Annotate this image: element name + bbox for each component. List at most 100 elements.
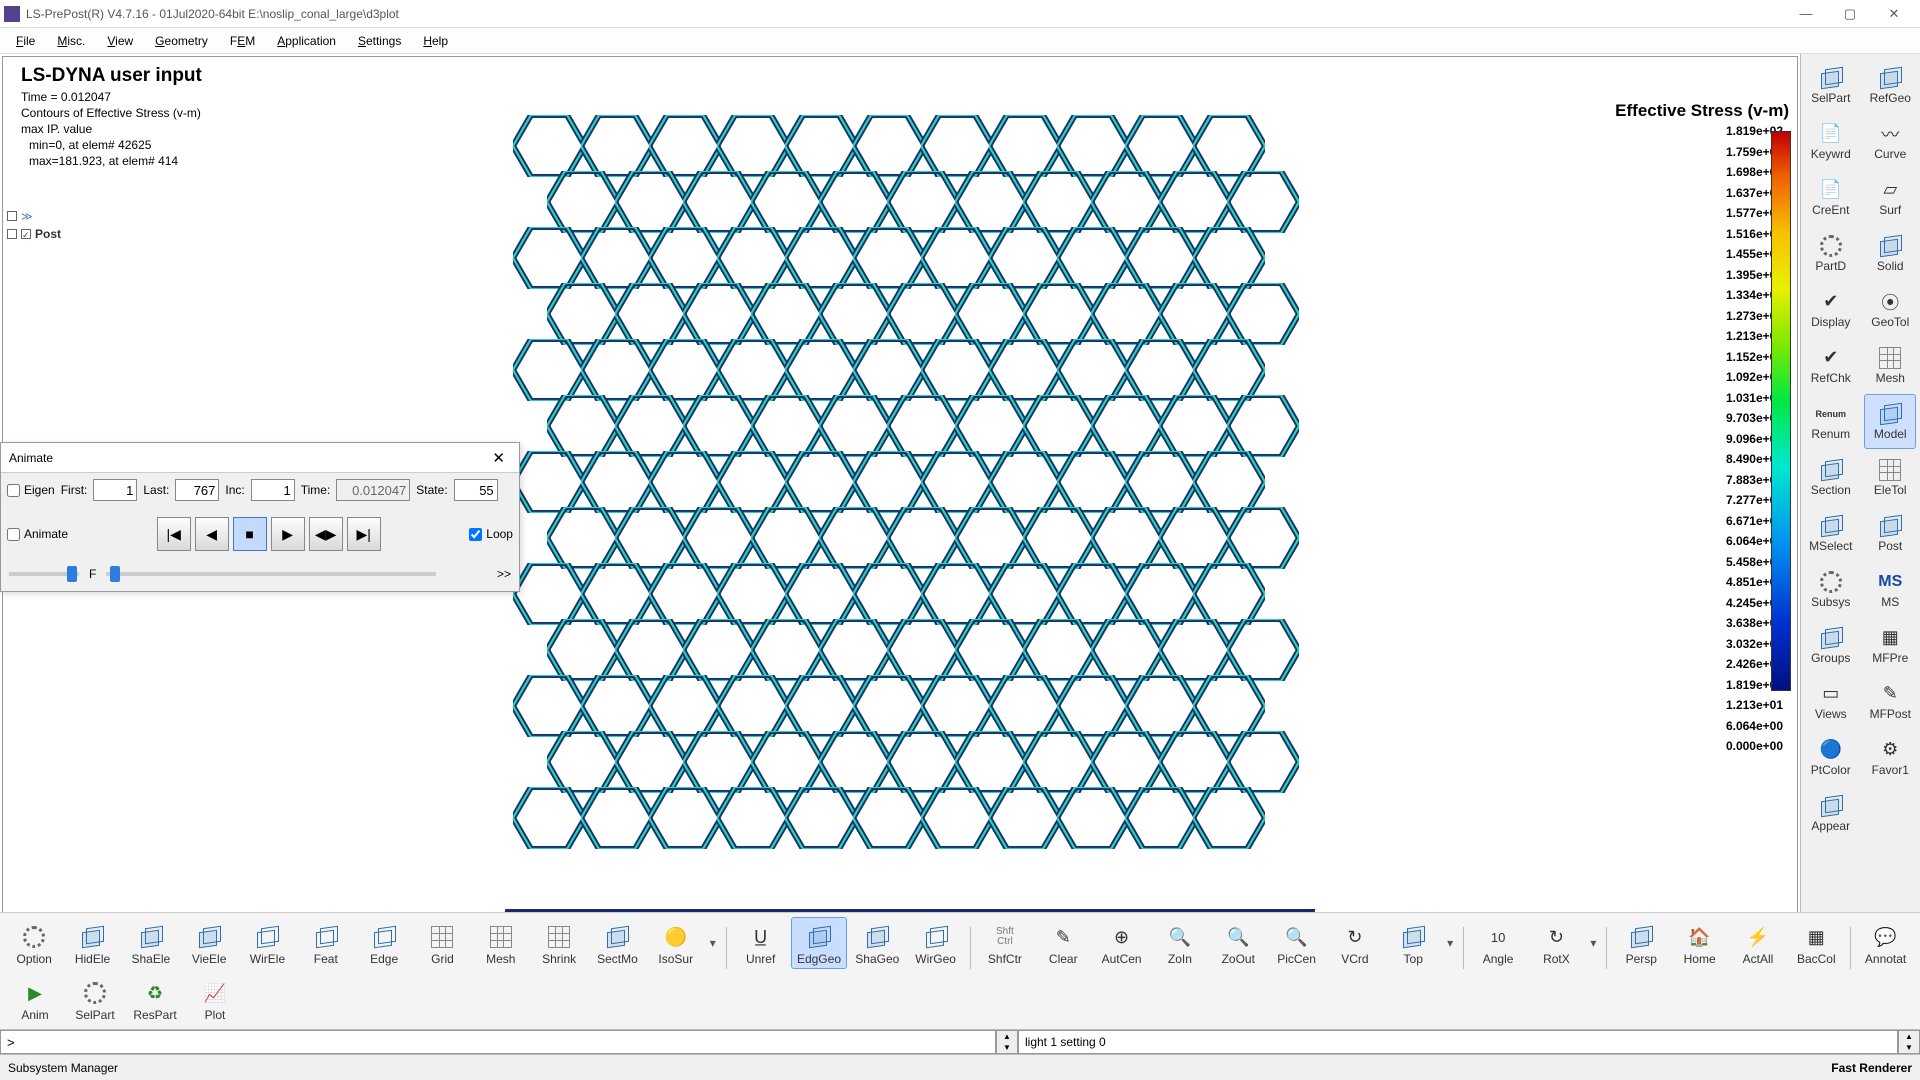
tool-renum[interactable]: RenumRenum (1805, 394, 1857, 449)
maximize-button[interactable]: ▢ (1828, 1, 1872, 27)
tree-check-icon[interactable] (21, 229, 31, 239)
menu-file[interactable]: File (6, 31, 45, 51)
tool-favor1[interactable]: ⚙Favor1 (1864, 730, 1916, 785)
btn-top[interactable]: Top (1385, 917, 1441, 969)
tool-appear[interactable]: Appear (1805, 786, 1857, 841)
prev-frame-button[interactable]: ◀ (195, 517, 229, 551)
inc-input[interactable] (251, 479, 295, 501)
tool-section[interactable]: Section (1805, 450, 1857, 505)
stop-button[interactable]: ■ (233, 517, 267, 551)
tool-mfpost[interactable]: ✎MFPost (1864, 674, 1916, 729)
tree-expand-icon[interactable] (7, 229, 17, 239)
btn-hidele[interactable]: HidEle (64, 917, 120, 969)
tool-mfpre[interactable]: ▦MFPre (1864, 618, 1916, 673)
menu-misc[interactable]: Misc. (47, 31, 95, 51)
tool-creent[interactable]: 📄CreEnt (1805, 170, 1857, 225)
menu-view[interactable]: View (97, 31, 143, 51)
command-input[interactable] (0, 1030, 996, 1054)
tool-eletol[interactable]: EleTol (1864, 450, 1916, 505)
tool-subsys[interactable]: Subsys (1805, 562, 1857, 617)
minimize-button[interactable]: — (1784, 1, 1828, 27)
btn-respart[interactable]: ♻ResPart (126, 973, 184, 1025)
btn-vcrd[interactable]: ↻VCrd (1327, 917, 1383, 969)
last-frame-button[interactable]: ▶| (347, 517, 381, 551)
tool-curve[interactable]: 〰Curve (1864, 114, 1916, 169)
first-input[interactable] (93, 479, 137, 501)
btn-annotat[interactable]: 💬Annotat (1857, 917, 1913, 969)
btn-zoout[interactable]: 🔍ZoOut (1210, 917, 1266, 969)
menu-settings[interactable]: Settings (348, 31, 411, 51)
first-frame-button[interactable]: |◀ (157, 517, 191, 551)
btn-isosur[interactable]: 🟡IsoSur (648, 917, 704, 969)
tool-groups[interactable]: Groups (1805, 618, 1857, 673)
tool-mselect[interactable]: MSelect (1805, 506, 1857, 561)
btn-baccol[interactable]: ▦BacCol (1788, 917, 1844, 969)
tree-expand-icon[interactable] (7, 211, 17, 221)
tool-ptcolor[interactable]: 🔵PtColor (1805, 730, 1857, 785)
menu-application[interactable]: Application (267, 31, 346, 51)
btn-plot[interactable]: 📈Plot (186, 973, 244, 1025)
eigen-checkbox[interactable] (7, 484, 20, 497)
tree-post-label[interactable]: Post (35, 227, 61, 241)
btn-zoin[interactable]: 🔍ZoIn (1152, 917, 1208, 969)
tool-views[interactable]: ▭Views (1805, 674, 1857, 729)
btn-piccen[interactable]: 🔍PicCen (1268, 917, 1324, 969)
btn-angle[interactable]: 10Angle (1470, 917, 1526, 969)
message-spinner[interactable]: ▲▼ (1898, 1030, 1920, 1054)
speed-slider[interactable] (9, 572, 79, 576)
btn-unref[interactable]: U̲Unref (732, 917, 788, 969)
btn-edge[interactable]: Edge (356, 917, 412, 969)
btn-wirele[interactable]: WirEle (239, 917, 295, 969)
state-input[interactable] (454, 479, 498, 501)
btn-persp[interactable]: Persp (1613, 917, 1669, 969)
tool-surf[interactable]: ▱Surf (1864, 170, 1916, 225)
btn-rotx[interactable]: ↻RotX (1528, 917, 1584, 969)
animate-expand-button[interactable]: >> (497, 567, 511, 581)
btn-actall[interactable]: ⚡ActAll (1730, 917, 1786, 969)
btn-shfctr[interactable]: ShftCtrlShfCtr (977, 917, 1033, 969)
btn-shaele[interactable]: ShaEle (123, 917, 179, 969)
loop-checkbox[interactable] (469, 528, 482, 541)
btn-autcen[interactable]: ⊕AutCen (1093, 917, 1149, 969)
btn-clear[interactable]: ✎Clear (1035, 917, 1091, 969)
btn-wirgeo[interactable]: WirGeo (907, 917, 963, 969)
toolbar-dropdown[interactable]: ▾ (1443, 917, 1457, 969)
tool-solid[interactable]: Solid (1864, 226, 1916, 281)
btn-home[interactable]: 🏠Home (1671, 917, 1727, 969)
tool-partd[interactable]: PartD (1805, 226, 1857, 281)
play-button[interactable]: ▶ (271, 517, 305, 551)
toolbar-dropdown[interactable]: ▾ (1587, 917, 1601, 969)
menu-geometry[interactable]: Geometry (145, 31, 218, 51)
tool-geotol[interactable]: ⦿GeoTol (1864, 282, 1916, 337)
last-input[interactable] (175, 479, 219, 501)
frame-slider[interactable] (106, 572, 436, 576)
close-button[interactable]: ✕ (1872, 1, 1916, 27)
menu-help[interactable]: Help (413, 31, 458, 51)
btn-sectmo[interactable]: SectMo (589, 917, 645, 969)
btn-selpart[interactable]: SelPart (66, 973, 124, 1025)
tool-selpart[interactable]: SelPart (1805, 58, 1857, 113)
btn-vieele[interactable]: VieEle (181, 917, 237, 969)
btn-grid[interactable]: Grid (414, 917, 470, 969)
tool-display[interactable]: ✔Display (1805, 282, 1857, 337)
animate-checkbox[interactable] (7, 528, 20, 541)
btn-edggeo[interactable]: EdgGeo (791, 917, 847, 969)
toolbar-dropdown[interactable]: ▾ (706, 917, 720, 969)
btn-anim[interactable]: ▶Anim (6, 973, 64, 1025)
btn-shrink[interactable]: Shrink (531, 917, 587, 969)
tool-model[interactable]: Model (1864, 394, 1916, 449)
tool-refgeo[interactable]: RefGeo (1864, 58, 1916, 113)
tool-mesh[interactable]: Mesh (1864, 338, 1916, 393)
tool-keywrd[interactable]: 📄Keywrd (1805, 114, 1857, 169)
btn-option[interactable]: Option (6, 917, 62, 969)
menu-fem[interactable]: FEM (220, 31, 265, 51)
command-history-spinner[interactable]: ▲▼ (996, 1030, 1018, 1054)
animate-close-button[interactable]: ✕ (486, 447, 511, 469)
tool-ms[interactable]: MSMS (1864, 562, 1916, 617)
tool-post[interactable]: Post (1864, 506, 1916, 561)
btn-mesh[interactable]: Mesh (473, 917, 529, 969)
tool-refchk[interactable]: ✔RefChk (1805, 338, 1857, 393)
btn-shageo[interactable]: ShaGeo (849, 917, 905, 969)
btn-feat[interactable]: Feat (298, 917, 354, 969)
step-button[interactable]: ◀▶ (309, 517, 343, 551)
